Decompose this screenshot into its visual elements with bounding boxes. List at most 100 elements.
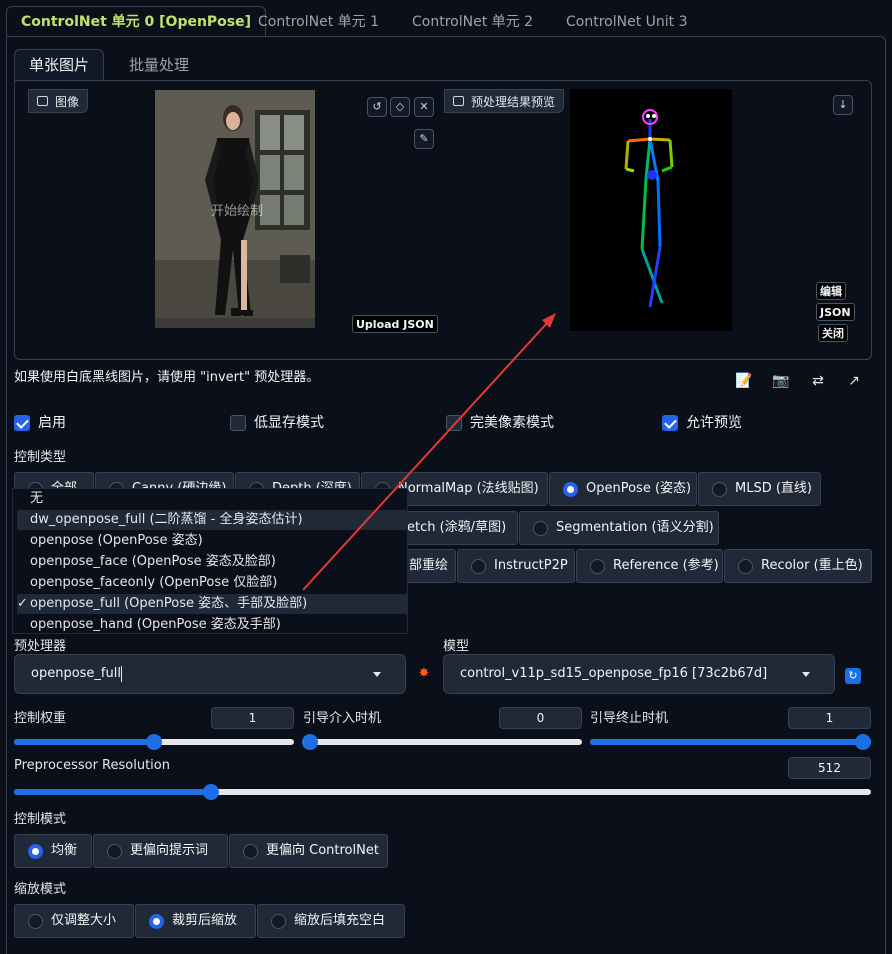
checkbox-box	[230, 415, 246, 431]
close-preview-button[interactable]: 关闭	[818, 324, 848, 342]
radio-dot	[533, 521, 548, 536]
radio-dot	[738, 559, 753, 574]
preprocessor-select[interactable]: openpose_full	[14, 654, 406, 694]
brush-icon[interactable]: ✎	[414, 129, 434, 149]
resize-mode-resize-fill[interactable]: 缩放后填充空白	[257, 904, 405, 938]
radio-dot	[563, 482, 578, 497]
preprocessor-label: 预处理器	[14, 639, 67, 654]
checkbox-label: 低显存模式	[254, 415, 324, 431]
preprocessor-resolution-label: Preprocessor Resolution	[14, 758, 170, 773]
control-weight-slider[interactable]	[14, 734, 294, 750]
dropdown-option-openpose[interactable]: openpose (OpenPose 姿态)	[17, 531, 407, 551]
radio-label: 裁剪后缩放	[172, 913, 238, 928]
swap-icon[interactable]: ⇄	[808, 372, 828, 390]
dropdown-option-openpose-hand[interactable]: openpose_hand (OpenPose 姿态及手部)	[17, 615, 407, 635]
send-icon[interactable]: ↗	[844, 372, 864, 390]
radio-dot	[243, 844, 258, 859]
pose-skeleton	[624, 109, 674, 308]
close-icon[interactable]: ✕	[414, 97, 434, 117]
eraser-icon[interactable]: ◇	[390, 97, 410, 117]
dropdown-option-dw-openpose-full[interactable]: dw_openpose_full (二阶蒸馏 - 全身姿态估计)	[17, 510, 407, 530]
radio-label: InstructP2P	[494, 558, 568, 573]
control-weight-input[interactable]: 1	[211, 707, 294, 729]
control-type-recolor[interactable]: Recolor (重上色)	[724, 549, 872, 583]
checkbox-box	[446, 415, 462, 431]
control-mode-controlnet[interactable]: 更偏向 ControlNet	[229, 834, 388, 868]
radio-label: etch (涂鸦/草图)	[407, 520, 507, 535]
check-icon: ✓	[17, 596, 28, 611]
radio-label: 缩放后填充空白	[294, 913, 386, 928]
control-type-segmentation[interactable]: Segmentation (语义分割)	[519, 511, 719, 545]
tab-unit-0[interactable]: ControlNet 单元 0 [OpenPose]	[6, 6, 267, 37]
dropdown-option-none[interactable]: 无	[17, 489, 407, 509]
slider-thumb[interactable]	[855, 734, 871, 750]
radio-label: 均衡	[51, 843, 78, 858]
guidance-end-input[interactable]: 1	[788, 707, 871, 729]
control-type-openpose[interactable]: OpenPose (姿态)	[549, 472, 697, 506]
chevron-down-icon	[802, 672, 810, 677]
radio-label: 更偏向 ControlNet	[266, 843, 379, 858]
input-image-label-text: 图像	[55, 95, 80, 109]
control-mode-prompt[interactable]: 更偏向提示词	[93, 834, 228, 868]
guidance-end-slider[interactable]	[590, 734, 871, 750]
guidance-start-slider[interactable]	[302, 734, 582, 750]
radio-dot	[28, 914, 43, 929]
guidance-start-input[interactable]: 0	[499, 707, 582, 729]
tab-unit-1[interactable]: ControlNet 单元 1	[244, 8, 393, 36]
slider-fill	[14, 739, 154, 745]
preprocessor-resolution-input[interactable]: 512	[788, 757, 871, 779]
edit-button[interactable]: 编辑	[816, 282, 846, 300]
text-cursor	[120, 665, 122, 682]
upload-json-button[interactable]: Upload JSON	[352, 315, 438, 333]
checkbox-box	[662, 415, 678, 431]
resize-mode-label: 缩放模式	[14, 882, 67, 897]
resize-mode-crop-resize[interactable]: 裁剪后缩放	[135, 904, 256, 938]
radio-dot	[107, 844, 122, 859]
pixel-perfect-checkbox[interactable]: 完美像素模式	[446, 414, 554, 432]
tab-batch[interactable]: 批量处理	[115, 50, 203, 80]
slider-thumb[interactable]	[146, 734, 162, 750]
preview-label-text: 预处理结果预览	[471, 95, 556, 109]
radio-label: NormalMap (法线贴图)	[398, 481, 539, 496]
invert-note: 如果使用白底黑线图片，请使用 "invert" 预处理器。	[14, 370, 320, 385]
run-preprocessor-icon[interactable]: ✸	[416, 666, 432, 682]
control-type-reference[interactable]: Reference (参考)	[576, 549, 723, 583]
camera-icon[interactable]: 📷	[771, 372, 791, 390]
pose-preview-image	[570, 89, 732, 331]
model-value: control_v11p_sd15_openpose_fp16 [73c2b67…	[460, 666, 768, 681]
allow-preview-checkbox[interactable]: 允许预览	[662, 414, 742, 432]
slider-thumb[interactable]	[203, 784, 220, 800]
radio-label: 部重绘	[409, 558, 449, 573]
slider-thumb[interactable]	[302, 734, 318, 750]
control-type-sketch[interactable]: etch (涂鸦/草图)	[396, 511, 518, 545]
dropdown-option-openpose-full[interactable]: ✓ openpose_full (OpenPose 姿态、手部及脸部)	[17, 594, 407, 614]
rotate-icon[interactable]: ↺	[367, 97, 387, 117]
model-select[interactable]: control_v11p_sd15_openpose_fp16 [73c2b67…	[443, 654, 835, 694]
tab-unit-3[interactable]: ControlNet Unit 3	[552, 8, 702, 36]
preview-label: 预处理结果预览	[444, 89, 565, 113]
enable-checkbox[interactable]: 启用	[14, 414, 66, 432]
preprocessor-resolution-slider[interactable]	[14, 784, 871, 800]
dropdown-option-openpose-face[interactable]: openpose_face (OpenPose 姿态及脸部)	[17, 552, 407, 572]
resize-mode-just-resize[interactable]: 仅调整大小	[14, 904, 134, 938]
control-mode-balanced[interactable]: 均衡	[14, 834, 92, 868]
radio-label: Recolor (重上色)	[761, 558, 863, 573]
tab-single-image[interactable]: 单张图片	[14, 49, 105, 81]
refresh-icon[interactable]: ↻	[845, 668, 861, 684]
radio-label: 更偏向提示词	[130, 843, 209, 858]
checkbox-label: 启用	[38, 415, 66, 431]
control-type-instructp2p[interactable]: InstructP2P	[457, 549, 575, 583]
image-icon	[453, 96, 464, 106]
download-icon[interactable]: ↓	[833, 95, 853, 115]
tab-unit-2[interactable]: ControlNet 单元 2	[398, 8, 547, 36]
dropdown-option-openpose-faceonly[interactable]: openpose_faceonly (OpenPose 仅脸部)	[17, 573, 407, 593]
checkbox-label: 允许预览	[686, 415, 742, 431]
input-image[interactable]: 开始绘制	[155, 90, 315, 328]
json-button[interactable]: JSON	[816, 303, 855, 321]
model-label: 模型	[443, 639, 470, 654]
slider-fill	[14, 789, 212, 795]
control-type-mlsd[interactable]: MLSD (直线)	[698, 472, 821, 506]
notepad-icon[interactable]: 📝	[734, 372, 754, 390]
slider-fill	[590, 739, 871, 745]
lowvram-checkbox[interactable]: 低显存模式	[230, 414, 324, 432]
